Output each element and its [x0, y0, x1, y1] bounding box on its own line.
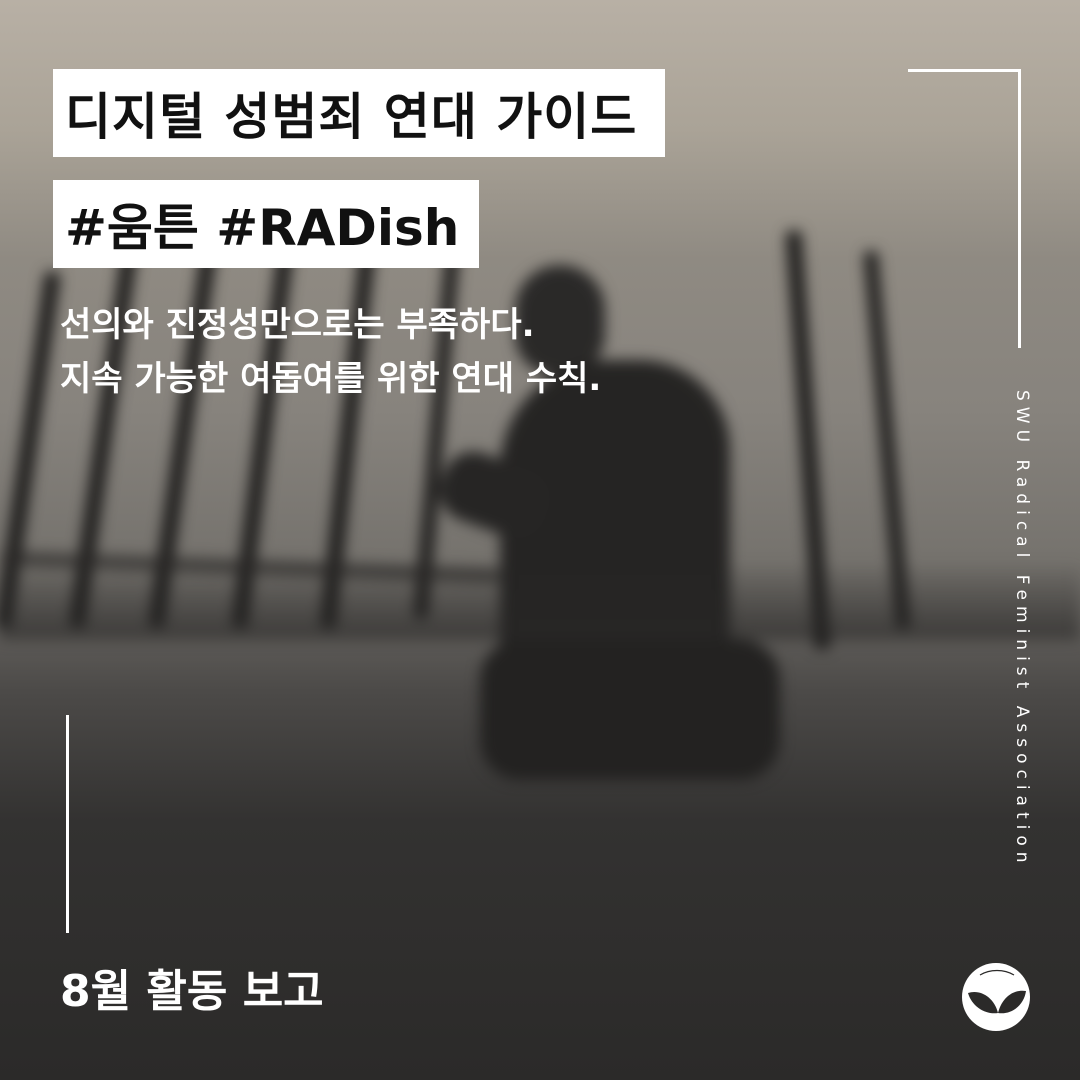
subtitle-line-2: 지속 가능한 여돕여를 위한 연대 수칙. [60, 359, 602, 399]
hashtag-box: #움튼 #RADish [53, 180, 480, 268]
frame-line-left [66, 715, 69, 933]
sprout-circle-logo-icon [962, 963, 1030, 1031]
hashtags: #움튼 #RADish [65, 199, 460, 257]
frame-line-right [1018, 69, 1021, 348]
subtitle: 선의와 진정성만으로는 부족하다. 지속 가능한 여돕여를 위한 연대 수칙. [60, 298, 601, 406]
frame-line-top [908, 69, 1020, 72]
footer-title: 8월 활동 보고 [60, 966, 324, 1017]
poster: 디지털 성범죄 연대 가이드 #움튼 #RADish 선의와 진정성만으로는 부… [0, 0, 1080, 1080]
title-box: 디지털 성범죄 연대 가이드 [53, 69, 666, 157]
background-photo [0, 0, 1080, 1080]
page-title: 디지털 성범죄 연대 가이드 [65, 88, 638, 146]
association-label: SWU Radical Feminist Association [1012, 390, 1032, 869]
subtitle-line-1: 선의와 진정성만으로는 부족하다. [60, 305, 535, 345]
